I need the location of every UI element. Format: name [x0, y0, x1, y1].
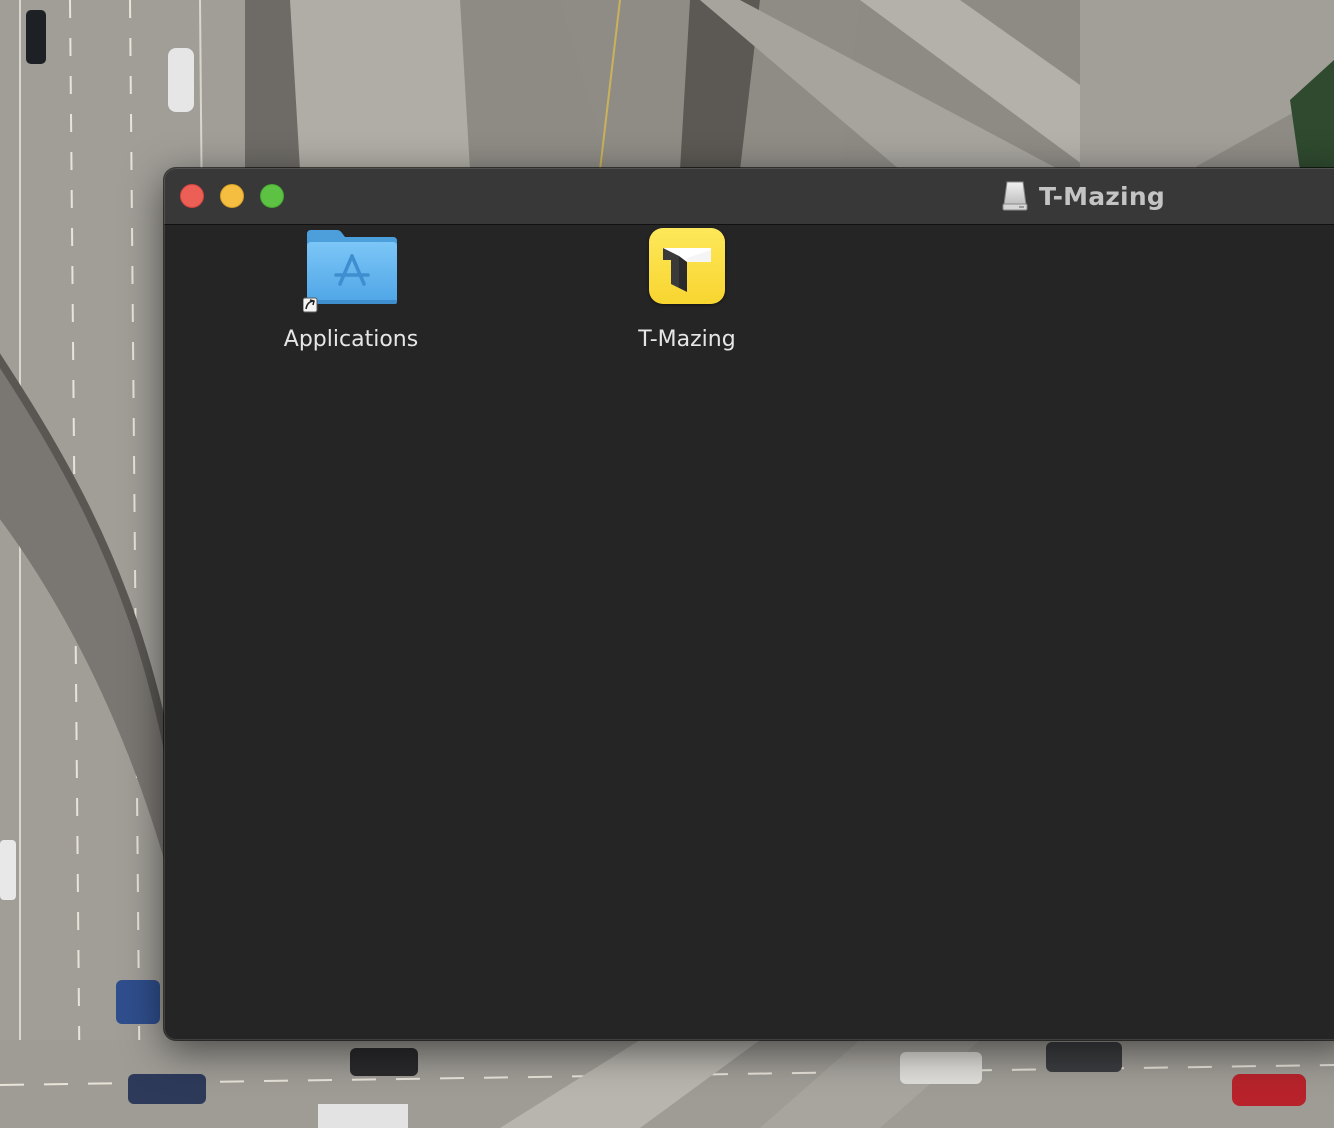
minimize-window-button[interactable]	[220, 184, 244, 208]
window-title-group: T-Mazing	[1002, 178, 1165, 214]
applications-folder-item[interactable]: Applications	[251, 225, 451, 365]
window-title: T-Mazing	[1039, 181, 1165, 211]
zoom-window-button[interactable]	[260, 184, 284, 208]
applications-folder-alias-icon[interactable]	[302, 228, 399, 320]
window-title-bar[interactable]: T-Mazing	[164, 168, 1334, 225]
finder-window: T-Mazing Applications T-Mazing	[164, 168, 1334, 1040]
finder-icon-view[interactable]: Applications T-Mazing	[164, 225, 1334, 1040]
external-disk-icon	[1002, 181, 1028, 211]
t-mazing-label: T-Mazing	[638, 327, 736, 352]
close-window-button[interactable]	[180, 184, 204, 208]
t-mazing-app-icon[interactable]	[649, 228, 725, 304]
applications-label: Applications	[283, 327, 419, 352]
t-mazing-app-item[interactable]: T-Mazing	[587, 225, 787, 365]
